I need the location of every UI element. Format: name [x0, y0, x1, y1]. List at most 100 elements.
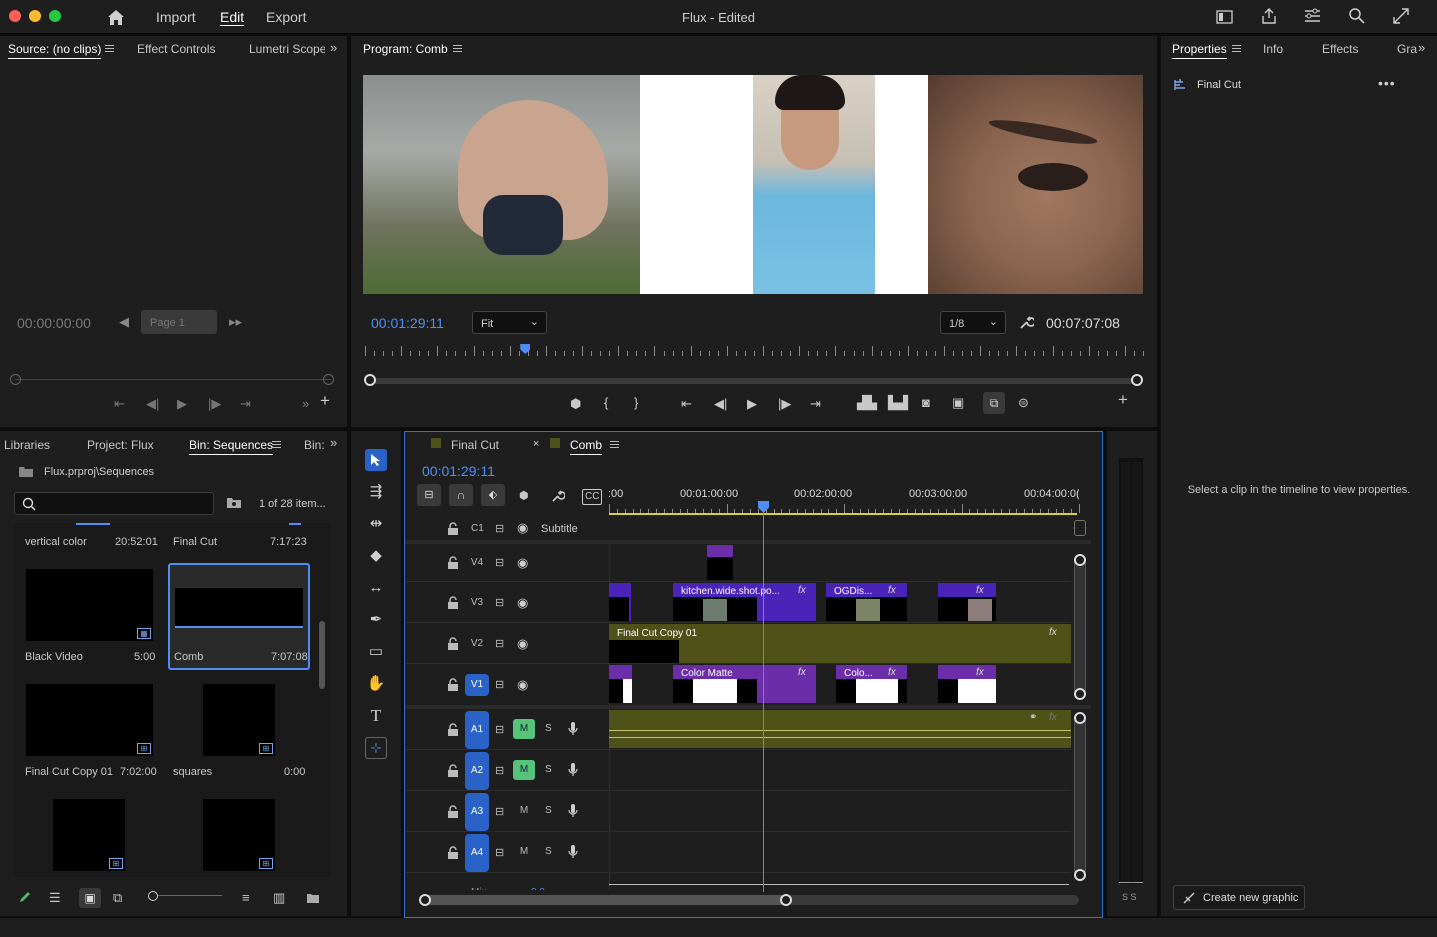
clip-v3-start[interactable] [609, 583, 631, 621]
add-marker-icon[interactable]: ⬢ [519, 489, 529, 503]
track-name[interactable]: V4 [465, 552, 489, 574]
tab-project[interactable]: Project: Flux [87, 438, 154, 452]
wrench-icon[interactable] [1018, 314, 1034, 330]
clip-v4[interactable] [707, 545, 733, 557]
nest-toggle-button[interactable]: ⊟ [417, 484, 441, 506]
zoom-slider-handle[interactable] [148, 891, 158, 901]
zoom-handle-right[interactable] [1131, 374, 1143, 386]
comparison-view-icon[interactable]: ▣ [952, 396, 964, 410]
bin-thumb-final-cut-copy[interactable]: ⊞ [26, 684, 153, 756]
play-icon[interactable]: ▶ [177, 397, 187, 411]
snap-button[interactable]: ∩ [449, 484, 473, 506]
slip-tool[interactable]: ↔ [366, 578, 386, 598]
microphone-icon[interactable] [568, 845, 578, 859]
solo-button[interactable]: S [545, 723, 552, 734]
prev-page-icon[interactable]: ◀ [119, 315, 129, 329]
audio-vertical-scrollbar[interactable] [1074, 712, 1086, 876]
scroll-handle[interactable] [1074, 554, 1086, 566]
bin-search-input[interactable] [14, 492, 214, 515]
track-name[interactable]: V3 [465, 592, 489, 614]
next-page-icon[interactable]: ▸▸ [229, 315, 242, 329]
source-menu-icon[interactable] [105, 45, 114, 52]
scroll-handle[interactable] [1074, 712, 1086, 724]
sort-icon[interactable]: ≡ [242, 891, 250, 905]
zoom-handle-right[interactable] [780, 894, 792, 906]
lift-icon[interactable]: ▟▙ [857, 396, 877, 410]
play-icon[interactable]: ▶ [747, 397, 757, 411]
tab-libraries[interactable]: Libraries [4, 438, 50, 452]
microphone-icon[interactable] [568, 722, 578, 736]
lock-icon[interactable] [447, 636, 459, 650]
zoom-slider[interactable] [150, 895, 222, 896]
extract-icon[interactable]: ▙▟ [888, 396, 908, 410]
share-icon[interactable] [1260, 7, 1278, 25]
overflow-tabs-icon[interactable]: » [330, 41, 337, 55]
captions-icon[interactable]: CC [582, 489, 603, 505]
source-more-icon[interactable]: » [302, 397, 309, 411]
proxy-toggle-button[interactable]: ⧉ [983, 392, 1005, 414]
zoom-handle-left[interactable] [364, 374, 376, 386]
source-scroll-end[interactable] [323, 374, 334, 385]
program-menu-icon[interactable] [453, 45, 462, 52]
program-timecode[interactable]: 00:01:29:11 [371, 315, 444, 331]
timeline-zoom-thumb[interactable] [425, 895, 785, 905]
selection-tool[interactable] [365, 449, 387, 471]
quick-menu-icon[interactable] [1304, 8, 1322, 24]
go-to-in-icon[interactable]: ⇤ [114, 397, 125, 411]
resolution-dropdown[interactable]: 1/8 ⌄ [940, 311, 1006, 334]
audio-clip-a1[interactable]: ⚭ fx [609, 710, 1071, 748]
go-to-out-icon[interactable]: ⇥ [810, 397, 821, 411]
tab-effects[interactable]: Effects [1322, 42, 1358, 56]
track-name[interactable]: A3 [465, 793, 489, 831]
fit-dropdown[interactable]: Fit ⌄ [472, 311, 547, 334]
work-area-bar[interactable] [609, 513, 1077, 515]
clip-color-matte-2[interactable]: Colo... fx [836, 665, 907, 703]
clip-v3-end[interactable]: fx [938, 583, 996, 621]
eye-icon[interactable]: ◉ [517, 636, 528, 652]
track-name[interactable]: V1 [465, 673, 489, 696]
overflow-tabs-icon[interactable]: » [330, 436, 337, 450]
lock-icon[interactable] [447, 556, 459, 569]
bin-item-name[interactable]: Black Video [25, 651, 83, 663]
sync-lock-icon[interactable]: ⊟ [495, 805, 504, 818]
tab-final-cut[interactable]: Final Cut [451, 438, 499, 452]
mute-button[interactable]: M [513, 760, 535, 780]
scroll-handle[interactable] [1074, 869, 1086, 881]
pencil-icon[interactable] [18, 890, 32, 904]
clip-final-cut-copy[interactable]: Final Cut Copy 01 fx [609, 624, 1071, 663]
solo-button[interactable]: S [545, 805, 552, 816]
source-scroll-start[interactable] [10, 374, 21, 385]
text-caption-tool[interactable]: ⊹ [365, 737, 387, 759]
workspace-panel-icon[interactable] [1216, 9, 1234, 25]
bin-item-comb-selected[interactable]: Comb 7:07:08 [168, 563, 310, 670]
bin-scrollbar[interactable] [319, 621, 325, 689]
source-add-button-icon[interactable]: + [320, 392, 330, 409]
fullscreen-icon[interactable] [1392, 7, 1410, 25]
menu-import[interactable]: Import [156, 9, 196, 25]
track-name[interactable]: A2 [465, 752, 489, 790]
microphone-icon[interactable] [568, 763, 578, 777]
zoom-handle-left[interactable] [419, 894, 431, 906]
sync-lock-icon[interactable]: ⊟ [495, 723, 504, 736]
track-select-tool[interactable]: ⇶ [366, 482, 386, 502]
meter-solo-labels[interactable]: S S [1122, 892, 1137, 902]
clip-v1-end[interactable]: fx [938, 665, 996, 703]
lock-icon[interactable] [447, 677, 459, 691]
mute-button[interactable]: M [513, 842, 535, 862]
microphone-icon[interactable] [568, 804, 578, 818]
timeline-menu-icon[interactable] [610, 441, 619, 448]
type-tool[interactable]: T [366, 706, 386, 726]
add-marker-icon[interactable]: ⬢ [570, 397, 581, 411]
home-icon[interactable] [106, 8, 126, 26]
sync-lock-icon[interactable]: ⊟ [495, 637, 504, 650]
mark-out-icon[interactable]: } [634, 396, 638, 410]
program-zoom-bar[interactable] [369, 378, 1139, 384]
bin-item-name[interactable]: Final Cut [173, 536, 217, 548]
program-monitor[interactable] [363, 75, 1143, 294]
more-options-icon[interactable]: ••• [1378, 75, 1396, 91]
sync-lock-icon[interactable]: ⊟ [495, 556, 504, 569]
tab-graphics[interactable]: Gra [1397, 42, 1417, 56]
sync-lock-icon[interactable]: ⊟ [495, 846, 504, 859]
tab-lumetri-scopes[interactable]: Lumetri Scopes [249, 42, 325, 56]
sync-lock-icon[interactable]: ⊟ [495, 678, 504, 691]
